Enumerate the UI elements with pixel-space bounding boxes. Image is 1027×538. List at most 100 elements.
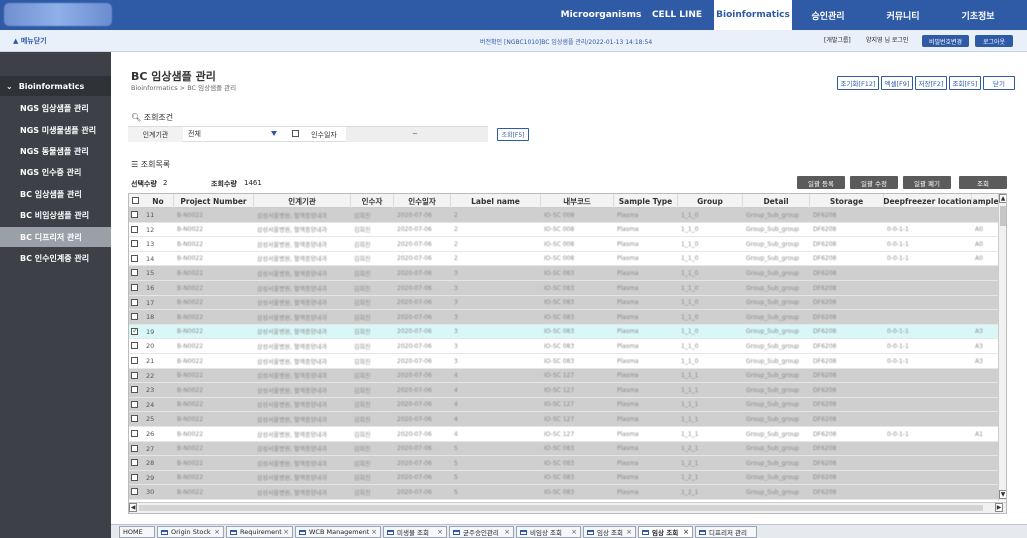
- close-icon[interactable]: ×: [437, 528, 443, 536]
- table-row[interactable]: 30 B-N0022 삼성서울병원, 혈액종양내과 김희진 2020-07-06 5 IO-…: [129, 485, 998, 500]
- bottom-tab[interactable]: Origin Stock ×: [157, 526, 224, 538]
- close-icon[interactable]: ×: [283, 528, 289, 536]
- row-checkbox[interactable]: [131, 269, 138, 277]
- sidebar-item-ngs-microbe[interactable]: NGS 미생물샘플 관리: [0, 120, 111, 140]
- bottom-tab[interactable]: 균주승인관리 ×: [449, 526, 514, 538]
- table-row[interactable]: 20 B-N0022 삼성서울병원, 혈액종양내과 김희진 2020-07-06 3 IO-…: [129, 339, 998, 354]
- scroll-up-arrow-icon[interactable]: ▲: [999, 194, 1006, 203]
- scroll-down-arrow-icon[interactable]: ▼: [999, 490, 1006, 499]
- column-header[interactable]: 인계기관: [254, 194, 351, 208]
- row-checkbox[interactable]: [131, 430, 138, 437]
- table-row[interactable]: 28 B-N0022 삼성서울병원, 혈액종양내과 김희진 2020-07-06 5 IO-…: [129, 456, 998, 471]
- row-checkbox[interactable]: ✓: [131, 326, 139, 335]
- row-checkbox[interactable]: [131, 473, 138, 481]
- nav-basic-info[interactable]: 기초정보: [942, 0, 1014, 30]
- close-icon[interactable]: ×: [626, 528, 632, 536]
- column-header[interactable]: Group: [678, 194, 743, 208]
- table-row[interactable]: 13 B-N0022 삼성서울병원, 혈액종양내과 김희진 2020-07-06 2 IO-…: [129, 237, 998, 252]
- bottom-tab[interactable]: 임상 조회 ×: [638, 526, 693, 538]
- close-icon[interactable]: ×: [504, 528, 510, 536]
- row-checkbox[interactable]: [131, 386, 138, 394]
- column-header[interactable]: Label name: [451, 194, 541, 208]
- scroll-right-arrow-icon[interactable]: ▶: [995, 503, 1003, 512]
- close-icon[interactable]: ×: [571, 528, 577, 536]
- row-checkbox[interactable]: [131, 488, 138, 496]
- table-row[interactable]: 15 B-N0022 삼성서울병원, 혈액종양내과 김희진 2020-07-06 3 IO-…: [129, 266, 998, 281]
- row-checkbox[interactable]: [131, 400, 138, 408]
- sidebar-header[interactable]: ⌄ Bioinformatics: [0, 76, 111, 96]
- search-toolbar-button[interactable]: 조회[F5]: [949, 76, 981, 90]
- close-button[interactable]: 닫기: [983, 76, 1015, 90]
- table-row[interactable]: 14 B-N0022 삼성서울병원, 혈액종양내과 김희진 2020-07-06 2 IO-…: [129, 251, 998, 267]
- excel-button[interactable]: 엑셀[F9]: [881, 76, 913, 90]
- sidebar-item-bc-handover[interactable]: BC 인수인계증 관리: [0, 248, 111, 268]
- table-row[interactable]: 25 B-N0022 삼성서울병원, 혈액종양내과 김희진 2020-07-06 4 IO-…: [129, 412, 998, 427]
- table-row[interactable]: 11 B-N0022 삼성서울병원, 혈액종양내과 김희진 2020-07-06 2 IO-…: [129, 208, 998, 223]
- table-row[interactable]: 21 B-N0022 삼성서울병원, 혈액종양내과 김희진 2020-07-06 3 IO-…: [129, 354, 998, 369]
- column-header[interactable]: Project Number: [174, 194, 254, 208]
- nav-approval[interactable]: 승인관리: [792, 0, 864, 30]
- sidebar-item-ngs-clinical[interactable]: NGS 임상샘플 관리: [0, 98, 111, 118]
- row-checkbox[interactable]: [131, 357, 138, 364]
- row-checkbox[interactable]: [131, 459, 138, 467]
- row-checkbox[interactable]: [131, 371, 138, 379]
- row-checkbox[interactable]: [131, 240, 138, 248]
- table-row[interactable]: 27 B-N0022 삼성서울병원, 혈액종양내과 김희진 2020-07-06 5 IO-…: [129, 441, 998, 457]
- table-row[interactable]: 26 B-N0022 삼성서울병원, 혈액종양내과 김희진 2020-07-06 4 IO-…: [129, 427, 998, 442]
- bulk-register-button[interactable]: 일괄 등록: [797, 176, 845, 189]
- column-header[interactable]: 인수일자: [394, 194, 451, 208]
- horizontal-scrollbar[interactable]: ◀ ▶: [129, 502, 1006, 513]
- column-header[interactable]: No: [143, 194, 174, 208]
- column-header[interactable]: Deepfreezer location: [884, 194, 972, 208]
- table-row[interactable]: 18 B-N0022 삼성서울병원, 혈액종양내과 김희진 2020-07-06 3 IO-…: [129, 310, 998, 325]
- table-row[interactable]: 17 B-N0022 삼성서울병원, 혈액종양내과 김희진 2020-07-06 3 IO-…: [129, 295, 998, 311]
- bottom-tab[interactable]: 비임상 조회 ×: [516, 526, 581, 538]
- row-checkbox[interactable]: [131, 444, 138, 452]
- bottom-tab[interactable]: WCB Management ×: [295, 526, 381, 538]
- close-icon[interactable]: ×: [683, 528, 689, 536]
- column-header[interactable]: Detail: [743, 194, 810, 208]
- row-checkbox[interactable]: [131, 342, 138, 350]
- column-header[interactable]: Sample l: [972, 194, 1000, 208]
- close-icon[interactable]: ×: [371, 528, 377, 536]
- bottom-tab[interactable]: Requirement ×: [226, 526, 293, 538]
- sidebar-item-bc-deepfreezer[interactable]: BC 디프리저 관리: [0, 227, 111, 247]
- bottom-tab[interactable]: 임상 조회 ×: [583, 526, 636, 538]
- org-select[interactable]: 전체: [188, 129, 201, 139]
- grid-query-button[interactable]: 조회: [959, 176, 1007, 189]
- table-row[interactable]: 23 B-N0022 삼성서울병원, 혈액종양내과 김희진 2020-07-06 4 IO-…: [129, 383, 998, 398]
- sidebar-item-ngs-animal[interactable]: NGS 동물샘플 관리: [0, 141, 111, 161]
- row-checkbox[interactable]: [131, 211, 138, 218]
- close-icon[interactable]: ×: [214, 528, 220, 536]
- nav-microorganisms[interactable]: Microorganisms: [560, 0, 642, 30]
- save-button[interactable]: 저장[F2]: [915, 76, 947, 90]
- query-button[interactable]: 조회[F5]: [497, 128, 529, 141]
- menu-close-toggle[interactable]: ▲ 메뉴닫기: [13, 36, 47, 46]
- column-header[interactable]: Storage: [810, 194, 884, 208]
- nav-cell-line[interactable]: CELL LINE: [642, 0, 712, 30]
- table-row[interactable]: ✓ 19 B-N0022 삼성서울병원, 혈액종양내과 김희진 2020-07-06 3 IO…: [129, 324, 998, 340]
- bulk-edit-button[interactable]: 일괄 수정: [850, 176, 898, 189]
- table-row[interactable]: 24 B-N0022 삼성서울병원, 혈액종양내과 김희진 2020-07-06 4 IO-…: [129, 397, 998, 413]
- column-header[interactable]: 내부코드: [541, 194, 614, 208]
- sidebar-item-bc-clinical[interactable]: BC 임상샘플 관리: [0, 184, 111, 204]
- row-checkbox[interactable]: [131, 225, 138, 233]
- table-row[interactable]: 16 B-N0022 삼성서울병원, 혈액종양내과 김희진 2020-07-06 3 IO-…: [129, 281, 998, 296]
- column-header[interactable]: 인수자: [351, 194, 394, 208]
- date-checkbox[interactable]: [292, 130, 299, 137]
- sidebar-item-ngs-receipt[interactable]: NGS 인수증 관리: [0, 162, 111, 182]
- row-checkbox[interactable]: [131, 415, 138, 423]
- row-checkbox[interactable]: [131, 284, 138, 291]
- bottom-tab[interactable]: 디프리저 관리: [695, 526, 757, 538]
- table-row[interactable]: 12 B-N0022 삼성서울병원, 혈액종양내과 김희진 2020-07-06 2 IO-…: [129, 222, 998, 238]
- bottom-tab[interactable]: 미생물 조회 ×: [383, 526, 447, 538]
- vertical-scrollbar[interactable]: ▲ ▼: [998, 194, 1006, 501]
- change-password-button[interactable]: 비밀번호변경: [922, 35, 969, 47]
- vertical-scroll-thumb[interactable]: [1000, 206, 1006, 226]
- sidebar-item-bc-nonclinical[interactable]: BC 비임상샘플 관리: [0, 205, 111, 225]
- reset-button[interactable]: 조기화[F12]: [837, 76, 879, 90]
- select-all-checkbox[interactable]: [132, 197, 139, 204]
- bulk-discard-button[interactable]: 일괄 폐기: [903, 176, 951, 189]
- row-checkbox[interactable]: [131, 313, 138, 321]
- row-checkbox[interactable]: [131, 298, 138, 306]
